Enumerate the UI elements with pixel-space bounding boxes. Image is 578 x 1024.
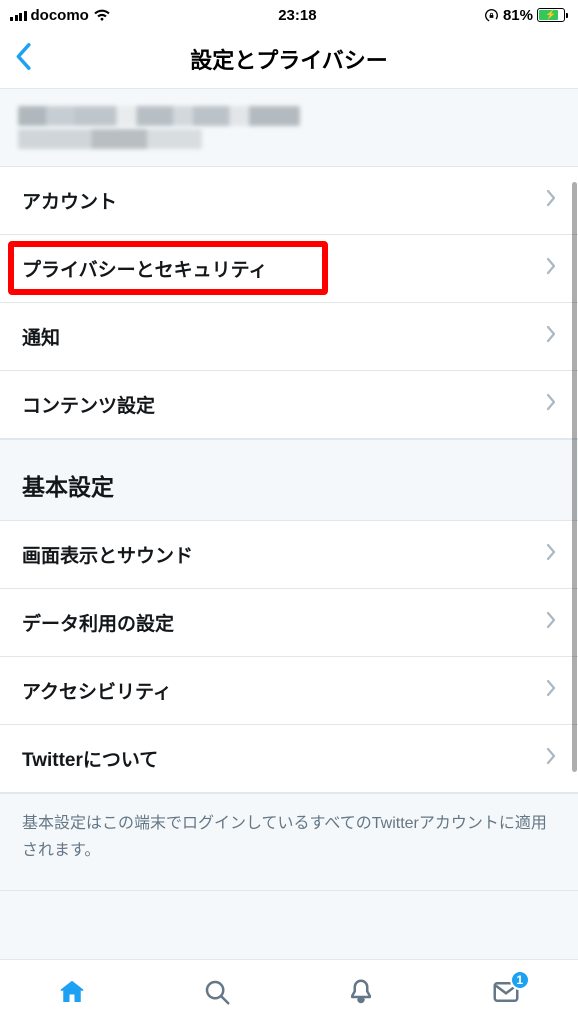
carrier-label: docomo: [31, 7, 89, 24]
footer-note: 基本設定はこの端末でログインしているすべてのTwitterアカウントに適用されま…: [0, 793, 578, 891]
nav-header: 設定とプライバシー: [0, 30, 578, 88]
battery-icon: ⚡: [537, 8, 568, 22]
menu-label: データ利用の設定: [22, 609, 174, 636]
tab-search[interactable]: [197, 972, 237, 1012]
chevron-right-icon: [546, 543, 556, 567]
menu-label: アカウント: [22, 187, 117, 214]
tab-home[interactable]: [52, 972, 92, 1012]
menu-account[interactable]: アカウント: [0, 167, 578, 235]
chevron-right-icon: [546, 679, 556, 703]
menu-label: Twitterについて: [22, 745, 158, 772]
tab-bar: 1: [0, 959, 578, 1024]
bell-icon: [346, 977, 376, 1007]
back-button[interactable]: [14, 42, 32, 75]
account-handle-redacted: [18, 129, 202, 149]
chevron-right-icon: [546, 189, 556, 213]
page-title: 設定とプライバシー: [190, 43, 388, 75]
menu-about-twitter[interactable]: Twitterについて: [0, 725, 578, 793]
menu-label: 通知: [22, 323, 60, 350]
spacer: [0, 891, 578, 959]
signal-icon: [10, 9, 27, 21]
chevron-right-icon: [546, 611, 556, 635]
home-icon: [57, 977, 87, 1007]
account-header[interactable]: [0, 88, 578, 167]
menu-label: アクセシビリティ: [22, 677, 172, 704]
tab-notifications[interactable]: [341, 972, 381, 1012]
scroll-indicator[interactable]: [572, 182, 577, 772]
status-left: docomo: [10, 7, 111, 24]
chevron-right-icon: [546, 257, 556, 281]
menu-display-sound[interactable]: 画面表示とサウンド: [0, 521, 578, 589]
chevron-right-icon: [546, 393, 556, 417]
menu-label: プライバシーとセキュリティ: [22, 255, 267, 282]
battery-percent: 81%: [503, 7, 533, 24]
wifi-icon: [93, 8, 111, 22]
status-bar: docomo 23:18 81% ⚡: [0, 0, 578, 30]
menu-privacy-security[interactable]: プライバシーとセキュリティ: [0, 235, 578, 303]
menu-content-settings[interactable]: コンテンツ設定: [0, 371, 578, 439]
menu-notifications[interactable]: 通知: [0, 303, 578, 371]
rotation-lock-icon: [484, 8, 499, 23]
menu-data-usage[interactable]: データ利用の設定: [0, 589, 578, 657]
tab-messages[interactable]: 1: [486, 972, 526, 1012]
menu-label: コンテンツ設定: [22, 391, 155, 418]
section-header-general: 基本設定: [0, 439, 578, 521]
chevron-right-icon: [546, 325, 556, 349]
messages-badge: 1: [510, 970, 530, 990]
chevron-right-icon: [546, 747, 556, 771]
account-name-redacted: [18, 106, 300, 126]
clock: 23:18: [278, 7, 316, 24]
search-icon: [202, 977, 232, 1007]
menu-accessibility[interactable]: アクセシビリティ: [0, 657, 578, 725]
menu-label: 画面表示とサウンド: [22, 541, 193, 568]
status-right: 81% ⚡: [484, 7, 568, 24]
